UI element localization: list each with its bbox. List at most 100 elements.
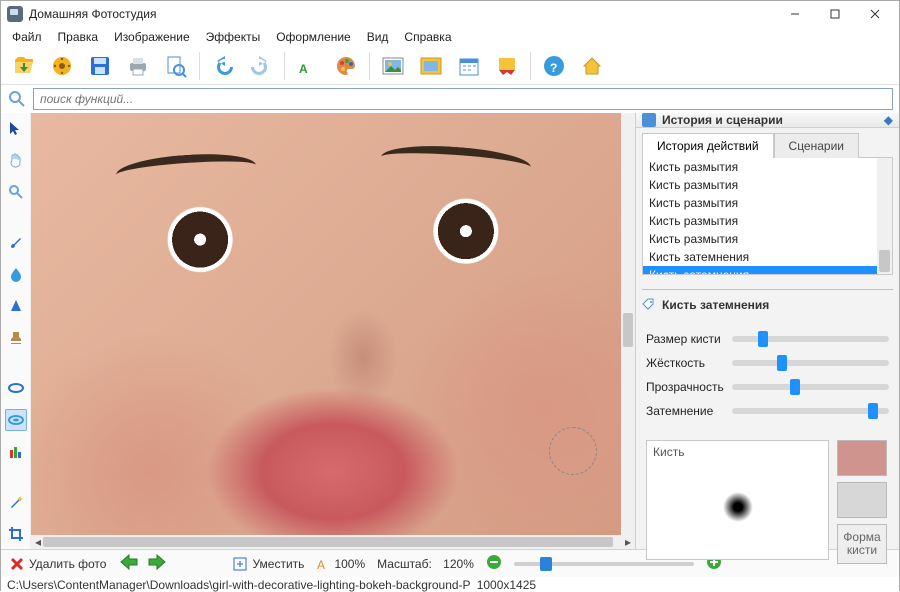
- slider-hard[interactable]: [732, 360, 889, 366]
- delete-photo-button[interactable]: Удалить фото: [9, 556, 106, 572]
- menu-bar: Файл Правка Изображение Эффекты Оформлен…: [1, 27, 899, 47]
- slider-opac-label: Прозрачность: [646, 380, 732, 394]
- slider-opac[interactable]: [732, 384, 889, 390]
- tool-cone[interactable]: [5, 295, 27, 317]
- tool-dodge[interactable]: [5, 377, 27, 399]
- search-input[interactable]: [33, 88, 893, 110]
- scale-value: 120%: [443, 557, 474, 571]
- close-button[interactable]: [855, 2, 895, 26]
- menu-image[interactable]: Изображение: [107, 28, 197, 46]
- canvas-hscroll[interactable]: ◂▸: [31, 535, 635, 549]
- calendar-button[interactable]: [452, 50, 486, 82]
- palette-button[interactable]: [329, 50, 363, 82]
- redo-button[interactable]: [244, 50, 278, 82]
- brush-preview-dot: [723, 492, 753, 522]
- tool-pointer[interactable]: [5, 117, 27, 139]
- canvas[interactable]: [31, 113, 635, 535]
- status-path: C:\Users\ContentManager\Downloads\girl-w…: [7, 578, 471, 592]
- undo-button[interactable]: [206, 50, 240, 82]
- save-button[interactable]: [83, 50, 117, 82]
- batch-button[interactable]: [45, 50, 79, 82]
- tool-options-title: Кисть затемнения: [662, 298, 769, 312]
- tag-icon: [642, 298, 656, 312]
- history-item[interactable]: Кисть затемнения: [643, 248, 892, 266]
- brush-preview: Кисть: [646, 440, 829, 560]
- pic2-button[interactable]: [414, 50, 448, 82]
- minimize-button[interactable]: [775, 2, 815, 26]
- history-list[interactable]: Кисть размытия Кисть размытия Кисть разм…: [643, 158, 892, 274]
- open-button[interactable]: [7, 50, 41, 82]
- fit-label: Уместить: [252, 557, 304, 571]
- status-bar: C:\Users\ContentManager\Downloads\girl-w…: [1, 577, 899, 592]
- canvas-column: ◂▸: [31, 113, 635, 549]
- app-icon: [7, 6, 23, 22]
- scale-readout: Масштаб: 120%: [377, 557, 474, 571]
- text-zoom-button[interactable]: A 100%: [316, 557, 365, 571]
- history-item[interactable]: Кисть размытия: [643, 158, 892, 176]
- photo-face: [31, 113, 635, 535]
- home-button[interactable]: [575, 50, 609, 82]
- brush-cursor: [549, 427, 597, 475]
- scale-label: Масштаб:: [377, 557, 432, 571]
- maximize-button[interactable]: [815, 2, 855, 26]
- preview-button[interactable]: [159, 50, 193, 82]
- slider-size[interactable]: [732, 336, 889, 342]
- pic1-button[interactable]: [376, 50, 410, 82]
- ribbon-button[interactable]: [490, 50, 524, 82]
- menu-help[interactable]: Справка: [397, 28, 458, 46]
- nav-arrows: [118, 553, 168, 574]
- right-panel-tabs: История действий Сценарии: [642, 132, 893, 157]
- menu-file[interactable]: Файл: [5, 28, 49, 46]
- text-zoom-label: 100%: [334, 557, 365, 571]
- menu-effects[interactable]: Эффекты: [199, 28, 268, 46]
- tab-scenarios[interactable]: Сценарии: [774, 133, 859, 158]
- tool-burn[interactable]: [5, 409, 27, 431]
- tool-levels[interactable]: [5, 441, 27, 463]
- canvas-vscroll[interactable]: [621, 113, 635, 535]
- history-scrollbar[interactable]: [877, 158, 892, 274]
- slider-size-label: Размер кисти: [646, 332, 732, 346]
- tool-crop[interactable]: [5, 523, 27, 545]
- menu-decor[interactable]: Оформление: [269, 28, 357, 46]
- menu-view[interactable]: Вид: [360, 28, 396, 46]
- history-item[interactable]: Кисть размытия: [643, 194, 892, 212]
- search-row: [1, 85, 899, 113]
- history-item[interactable]: Кисть размытия: [643, 230, 892, 248]
- status-dims: 1000x1425: [477, 578, 536, 592]
- window-title: Домашняя Фотостудия: [29, 7, 775, 21]
- brush-shape-button[interactable]: Форма кисти: [837, 524, 887, 564]
- left-toolbox: [1, 113, 31, 549]
- tool-zoom[interactable]: [5, 181, 27, 203]
- tool-drop[interactable]: [5, 263, 27, 285]
- zoom-slider[interactable]: [514, 562, 694, 566]
- svg-text:?: ?: [550, 61, 557, 75]
- tool-hand[interactable]: [5, 149, 27, 171]
- color-swatch-2[interactable]: [837, 482, 887, 518]
- history-item[interactable]: Кисть размытия: [643, 212, 892, 230]
- title-bar: Домашняя Фотостудия: [1, 1, 899, 27]
- print-button[interactable]: [121, 50, 155, 82]
- fit-button[interactable]: Уместить: [232, 556, 304, 572]
- tool-brush[interactable]: [5, 231, 27, 253]
- sliders-group: Размер кисти Жёсткость Прозрачность Зате…: [636, 316, 899, 436]
- help-button[interactable]: ?: [537, 50, 571, 82]
- zoom-out-button[interactable]: [486, 554, 502, 573]
- text-button[interactable]: A: [291, 50, 325, 82]
- collapse-icon[interactable]: ◆: [884, 113, 893, 127]
- prev-photo-button[interactable]: [118, 553, 140, 574]
- svg-text:A: A: [317, 558, 325, 571]
- svg-text:A: A: [299, 62, 308, 76]
- slider-dark[interactable]: [732, 408, 889, 414]
- history-item[interactable]: Кисть затемнения: [643, 266, 892, 274]
- menu-edit[interactable]: Правка: [51, 28, 106, 46]
- tool-wand[interactable]: [5, 491, 27, 513]
- main-area: ◂▸ История и сценарии ◆ История действий…: [1, 113, 899, 549]
- tool-options-header: Кисть затемнения: [642, 289, 893, 312]
- color-swatch-1[interactable]: [837, 440, 887, 476]
- tool-stamp[interactable]: [5, 327, 27, 349]
- history-icon: [642, 113, 656, 127]
- next-photo-button[interactable]: [146, 553, 168, 574]
- tab-history[interactable]: История действий: [642, 133, 774, 158]
- history-item[interactable]: Кисть размытия: [643, 176, 892, 194]
- right-panel-header: История и сценарии ◆: [636, 113, 899, 128]
